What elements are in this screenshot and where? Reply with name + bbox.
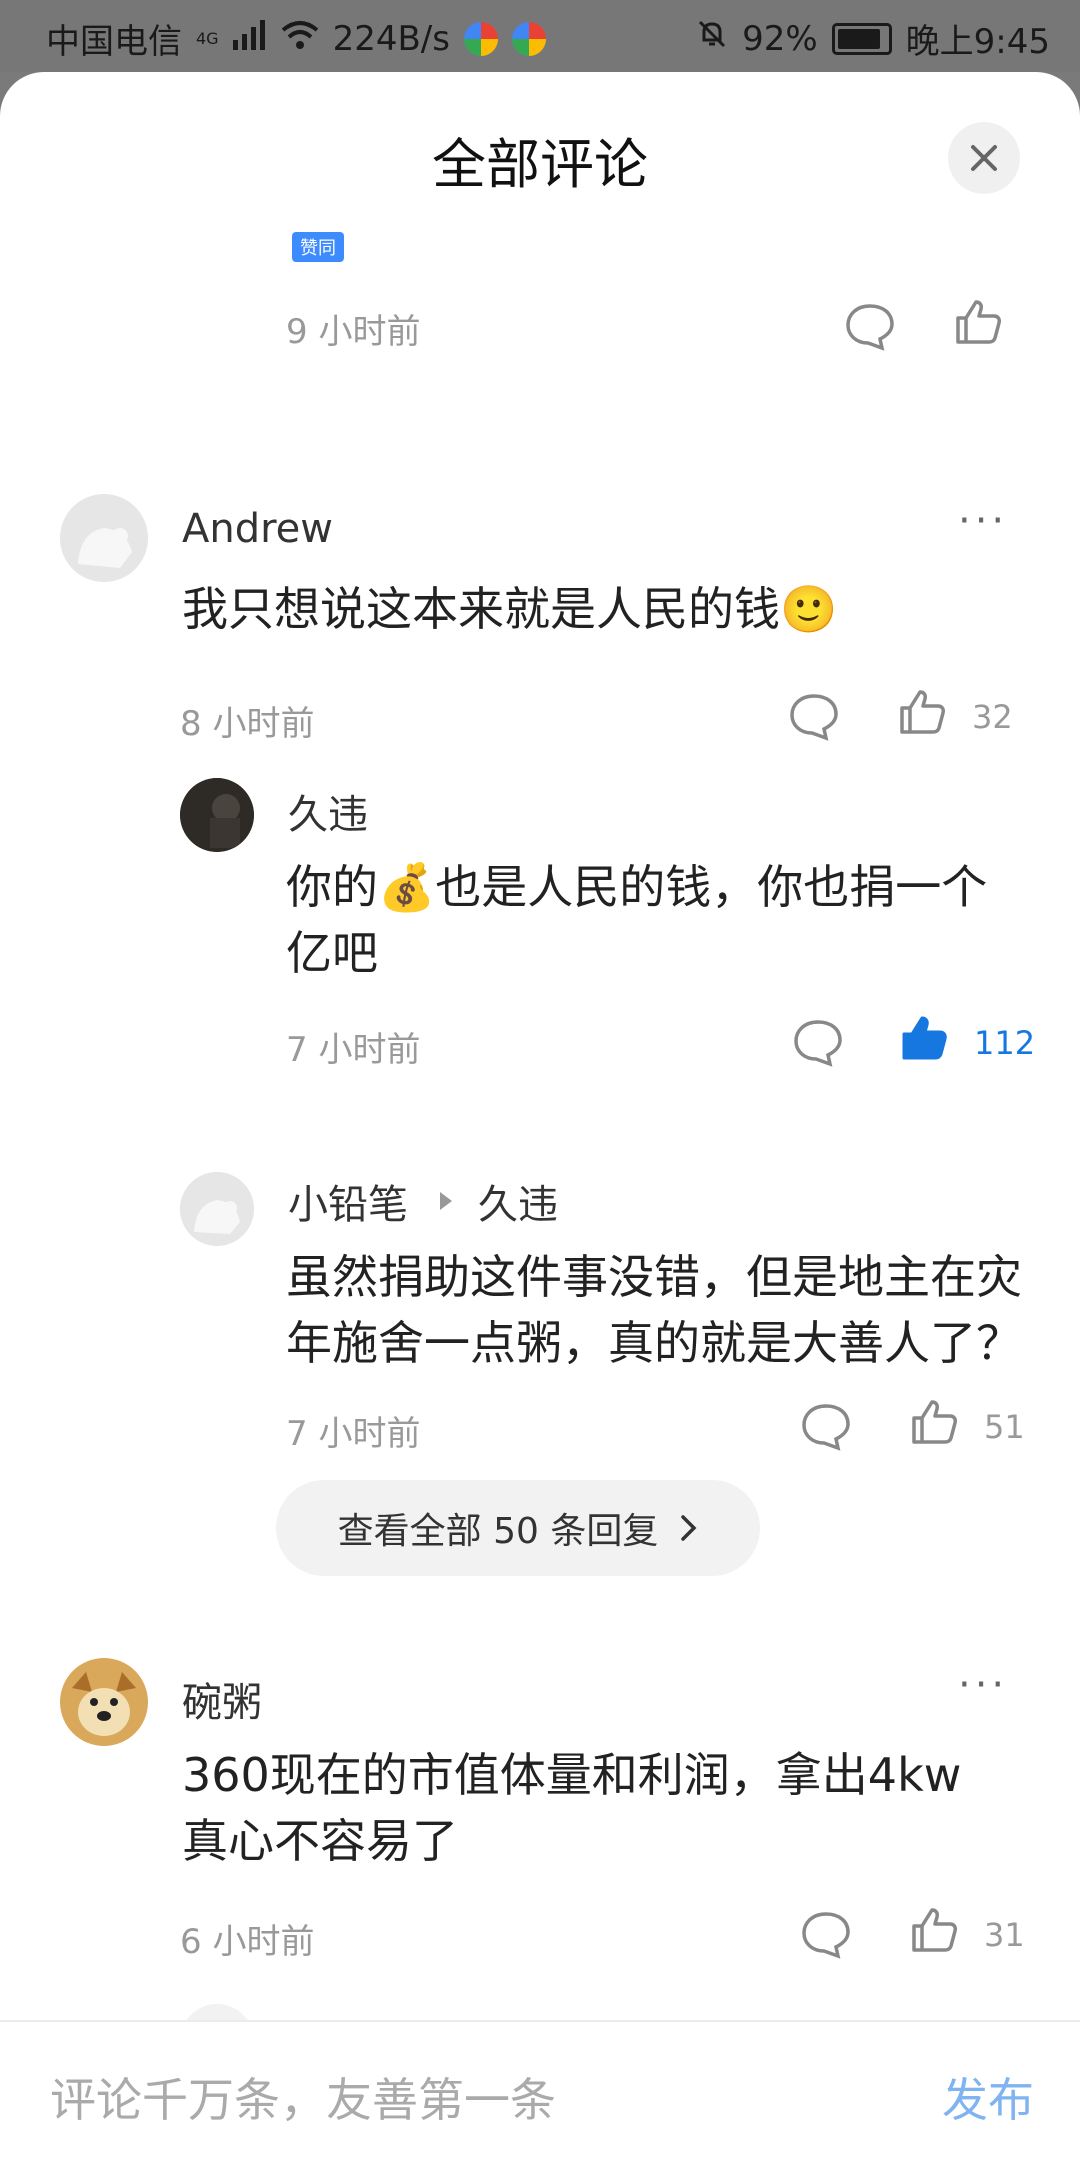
like-thumb-filled-icon[interactable] [898,1012,950,1064]
signal-icon [232,19,267,59]
reply-bubble-icon[interactable] [792,1018,844,1068]
like-count: 51 [984,1408,1025,1446]
close-icon [971,145,997,171]
agree-badge: 赞同 [292,232,344,262]
comment-input-bar: 评论千万条，友善第一条 发布 [0,2020,1080,2162]
avatar[interactable] [60,1658,148,1746]
like-count: 31 [984,1916,1025,1954]
reply-time: 7 小时前 [286,1414,421,1454]
comment-username[interactable]: 碗粥 [182,1670,262,1728]
more-options-button[interactable]: ··· [958,1662,1008,1708]
reply-bubble-icon[interactable] [800,1910,852,1960]
avatar[interactable] [180,1172,254,1246]
like-count: 32 [972,698,1013,736]
comment-list[interactable]: 赞同 9 小时前 Andrew ··· 我只想说这本来就是人民的钱🙂 8 小时前… [0,222,1080,2092]
network-speed: 224B/s [332,18,450,59]
chevron-right-icon [681,1515,697,1541]
comment-time: 8 小时前 [180,704,315,744]
view-all-replies-button[interactable]: 查看全部 50 条回复 [276,1480,760,1576]
clock: 晚上9:45 [905,22,1050,62]
like-thumb-icon[interactable] [908,1396,960,1448]
app-notification-icon [511,21,546,56]
publish-button[interactable]: 发布 [942,2064,1034,2130]
wifi-icon [281,19,319,59]
reply-bubble-icon[interactable] [844,302,896,352]
reply-bubble-icon[interactable] [788,692,840,742]
comment-username[interactable]: Andrew [182,506,333,552]
like-thumb-icon[interactable] [896,686,948,738]
default-avatar-icon [180,1172,254,1246]
comment-input[interactable]: 评论千万条，友善第一条 [50,2064,556,2130]
like-thumb-icon[interactable] [952,296,1004,348]
battery-icon [831,22,892,55]
reply-to-arrow-icon [440,1192,452,1210]
default-avatar-icon [60,494,148,582]
mute-bell-icon [696,18,728,59]
reply-to-username[interactable]: 久违 [478,1172,558,1230]
sheet-title: 全部评论 [432,133,648,196]
app-notification-icon [463,21,498,56]
avatar[interactable] [180,778,254,852]
comment-text: 我只想说这本来就是人民的钱🙂 [182,582,838,636]
reply-bubble-icon[interactable] [800,1402,852,1452]
carrier-label: 中国电信 [46,22,182,62]
doge-avatar-icon [60,1658,148,1746]
like-count: 112 [974,1024,1036,1062]
reply-time: 7 小时前 [286,1030,421,1070]
reply-username[interactable]: 久违 [288,782,368,840]
close-button[interactable] [948,122,1020,194]
comment-time: 9 小时前 [286,312,421,352]
reply-text: 你的💰也是人民的钱，你也捐一个亿吧 [286,860,988,980]
battery-percent: 92% [742,18,818,59]
network-type: 4G [196,29,219,48]
more-options-button[interactable]: ··· [958,498,1008,544]
comment-time: 6 小时前 [180,1922,315,1962]
reply-username[interactable]: 小铅笔 [288,1172,408,1230]
user-photo-avatar [180,778,254,852]
comments-sheet: 全部评论 赞同 9 小时前 Andrew ··· 我只想说这本来就是人民的钱🙂 … [0,72,1080,2160]
reply-text: 虽然捐助这件事没错，但是地主在灾年施舍一点粥，真的就是大善人了？ [286,1250,1022,1370]
like-thumb-icon[interactable] [908,1904,960,1956]
status-bar: 中国电信 4G 224B/s 92% 晚上9:45 [0,0,1080,72]
avatar[interactable] [60,494,148,582]
view-all-label: 查看全部 50 条回复 [337,1511,659,1552]
comment-text: 360现在的市值体量和利润，拿出4kw真心不容易了 [182,1748,962,1868]
